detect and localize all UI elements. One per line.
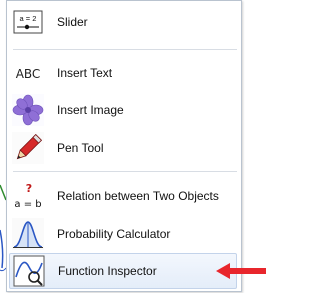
image-flower-icon xyxy=(12,94,44,126)
pen-icon xyxy=(12,132,44,164)
svg-text:a = b: a = b xyxy=(14,199,41,210)
menu-item-label: Function Inspector xyxy=(58,264,157,278)
menu-separator xyxy=(13,49,237,50)
svg-text:?: ? xyxy=(26,182,32,195)
menu-item-slider[interactable]: a = 2 Slider xyxy=(9,5,237,39)
menu-item-label: Relation between Two Objects xyxy=(57,189,219,203)
tools-popup-menu: a = 2 Slider ABC Insert Text Insert Imag… xyxy=(6,0,242,292)
menu-item-pen-tool[interactable]: Pen Tool xyxy=(9,131,237,165)
menu-item-label: Pen Tool xyxy=(57,141,104,155)
slider-icon: a = 2 xyxy=(12,6,44,38)
menu-item-insert-text[interactable]: ABC Insert Text xyxy=(9,56,237,90)
pointer-arrow-icon xyxy=(216,263,266,279)
function-inspector-icon xyxy=(13,255,45,287)
menu-item-label: Insert Image xyxy=(57,103,124,117)
screen: a = 2 Slider ABC Insert Text Insert Imag… xyxy=(0,0,299,293)
menu-separator xyxy=(13,171,237,172)
probability-icon xyxy=(12,218,44,250)
svg-text:ABC: ABC xyxy=(16,67,41,81)
menu-item-probability-calculator[interactable]: Probability Calculator xyxy=(9,217,237,251)
menu-item-label: Insert Text xyxy=(57,66,113,80)
svg-text:a = 2: a = 2 xyxy=(20,14,37,23)
text-abc-icon: ABC xyxy=(12,57,44,89)
menu-item-label: Slider xyxy=(57,15,88,29)
menu-item-insert-image[interactable]: Insert Image xyxy=(9,93,237,127)
menu-item-label: Probability Calculator xyxy=(57,227,171,241)
relation-icon: ? a = b xyxy=(12,180,44,212)
menu-item-function-inspector[interactable]: Function Inspector xyxy=(9,253,237,289)
menu-item-relation[interactable]: ? a = b Relation between Two Objects xyxy=(9,179,237,213)
